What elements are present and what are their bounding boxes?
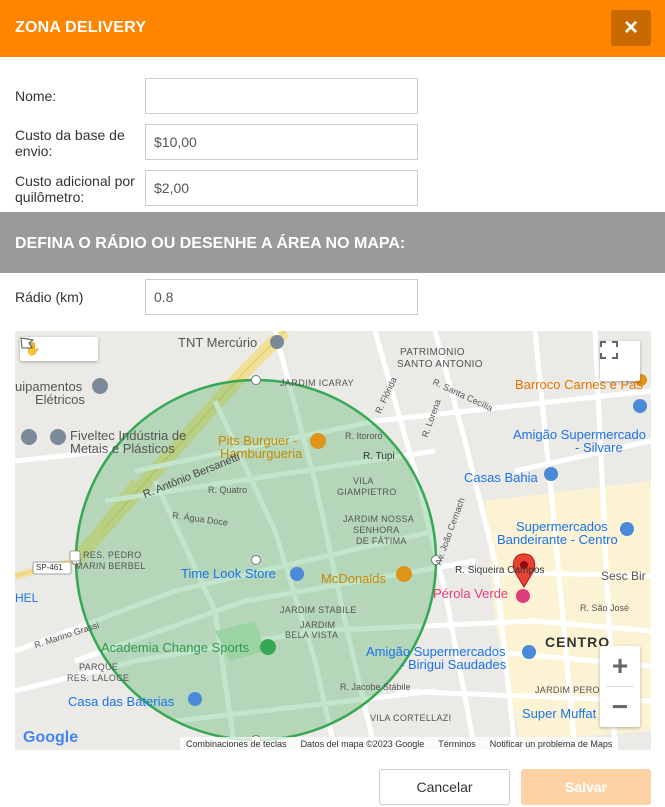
extra-cost-label: Custo adicional por quilômetro: [15, 173, 135, 205]
zoom-in-button[interactable]: + [600, 646, 640, 686]
map-label: R. Quatro [208, 485, 248, 495]
google-logo: Google [23, 729, 79, 746]
cancel-button[interactable]: Cancelar [379, 769, 510, 805]
map-label: R. Jacobe Stábile [340, 682, 411, 692]
map-label: R. São José [580, 603, 630, 613]
map-label: RES. LALOCE [67, 673, 130, 683]
polygon-icon [20, 337, 34, 349]
map[interactable]: TNT Mercúrio PATRIMONIO SANTO ANTONIO Ba… [15, 331, 651, 750]
map-label: HEL [15, 591, 39, 605]
map-label: JARDIM STABILE [280, 605, 357, 615]
map-label: BELA VISTA [285, 630, 339, 640]
map-label: Bandeirante - Centro [497, 532, 618, 547]
map-label: Metais e Plásticos [70, 441, 175, 456]
zoom-out-button[interactable]: − [600, 687, 640, 727]
map-label: Time Look Store [181, 566, 276, 581]
name-input[interactable] [145, 78, 418, 114]
map-label: SANTO ANTONIO [397, 359, 483, 370]
map-label: JARDIM [300, 620, 336, 630]
modal-title: ZONA DELIVERY [15, 19, 147, 36]
map-footer: Combinaciones de teclas Datos del mapa ©… [180, 737, 619, 750]
close-icon: × [623, 14, 638, 41]
radius-label: Rádio (km) [15, 289, 84, 305]
circle-tool[interactable] [21, 337, 72, 361]
map-label: RES. PEDRO [83, 550, 142, 560]
map-label: Casa das Baterias [68, 694, 175, 709]
map-label: Super Muffat [522, 706, 597, 721]
terms-link[interactable]: Términos [438, 739, 476, 749]
section-header: DEFINA O RÁDIO OU DESENHE A ÁREA NO MAPA… [0, 212, 665, 273]
map-data-attribution: Datos del mapa ©2023 Google [300, 738, 425, 749]
base-cost-input[interactable] [145, 124, 418, 160]
base-cost-label: Custo da base de envio: [15, 127, 125, 159]
save-button[interactable]: Salvar [521, 769, 651, 805]
fullscreen-icon [600, 341, 618, 359]
keyboard-shortcuts-link[interactable]: Combinaciones de teclas [186, 739, 287, 749]
map-label: R. Itororó [345, 431, 383, 441]
report-problem-link[interactable]: Notificar un problema de Maps [490, 739, 613, 749]
map-label: DE FÁTIMA [356, 536, 407, 546]
map-label: Pérola Verde [433, 586, 509, 601]
close-button[interactable]: × [611, 10, 651, 46]
map-label: PARQUE [79, 662, 119, 672]
map-label: JARDIM PEROL [535, 685, 606, 695]
drawing-toolbar: ✋ [20, 337, 98, 361]
map-label: PATRIMONIO [400, 347, 465, 358]
map-label: Sesc Bir [601, 569, 646, 583]
map-label: Elétricos [35, 392, 85, 407]
fullscreen-button[interactable] [600, 341, 640, 381]
map-label: Casas Bahia [464, 470, 538, 485]
map-label: GIAMPIETRO [337, 487, 397, 497]
map-label: Academia Change Sports [101, 640, 250, 655]
map-label: TNT Mercúrio [178, 335, 258, 350]
map-label: VILA CORTELLAZI [370, 713, 452, 723]
map-label: MARIN BERBEL [75, 561, 146, 571]
name-label: Nome: [15, 88, 57, 104]
map-label: R. Siqueira Campos [455, 565, 545, 576]
polygon-tool[interactable] [20, 337, 98, 361]
map-label: McDonalds [321, 571, 387, 586]
zoom-controls: + − [600, 646, 640, 727]
radius-input[interactable] [145, 279, 418, 315]
modal-header: ZONA DELIVERY × [0, 0, 665, 57]
map-label: SP-461 [36, 563, 63, 572]
map-label: R. Tupi [363, 451, 395, 462]
map-label: JARDIM NOSSA [343, 514, 415, 524]
map-label: SENHORA [353, 525, 400, 535]
section-title: DEFINA O RÁDIO OU DESENHE A ÁREA NO MAPA… [15, 235, 406, 252]
extra-cost-input[interactable] [145, 170, 418, 206]
map-label: JARDIM ICARAY [280, 378, 355, 388]
map-label: VILA [353, 476, 374, 486]
map-label: - Birigui Saudades [400, 657, 507, 672]
map-label: - Silvare [575, 440, 623, 455]
